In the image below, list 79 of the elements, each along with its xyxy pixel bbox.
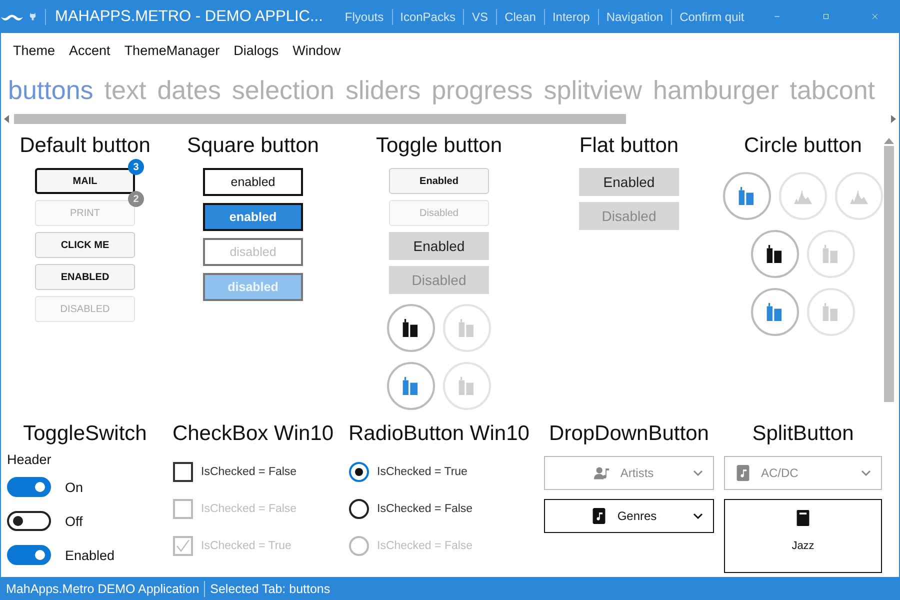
- vertical-scrollbar[interactable]: [883, 138, 895, 402]
- menu-item[interactable]: Window: [286, 43, 348, 58]
- section-heading: ToggleSwitch: [23, 422, 147, 446]
- scroll-left-icon[interactable]: [4, 115, 10, 123]
- chevron-down-icon: [693, 513, 703, 519]
- tab[interactable]: splitview: [544, 74, 642, 106]
- radio-button[interactable]: [349, 498, 369, 518]
- section-heading: RadioButton Win10: [348, 422, 530, 446]
- maximize-icon[interactable]: [823, 11, 830, 22]
- chevron-down-icon: [693, 470, 703, 476]
- section-heading: SplitButton: [752, 422, 854, 446]
- badge: 2: [128, 191, 144, 207]
- section-heading: Circle button: [744, 134, 862, 158]
- toggle-switch[interactable]: [7, 511, 51, 531]
- checkbox-label: IsChecked = False: [201, 466, 297, 478]
- album-icon: [735, 465, 751, 481]
- flat-button[interactable]: Enabled: [579, 168, 679, 196]
- tab[interactable]: dates: [157, 74, 221, 106]
- toggle-switch[interactable]: [7, 477, 51, 497]
- book-icon: [795, 510, 811, 526]
- toggle-button[interactable]: Enabled: [389, 168, 489, 194]
- chevron-down-icon: [861, 470, 871, 476]
- section-heading: Flat button: [579, 134, 679, 158]
- section-heading: DropDownButton: [549, 422, 709, 446]
- status-text: MahApps.Metro DEMO Application: [6, 582, 200, 596]
- tab[interactable]: progress: [432, 74, 533, 106]
- tab[interactable]: sliders: [345, 74, 421, 106]
- section-heading: CheckBox Win10: [172, 422, 334, 446]
- toggle-button[interactable]: Enabled: [389, 232, 489, 260]
- title-bar-command[interactable]: VS: [464, 10, 496, 24]
- radio-label: IsChecked = False: [377, 540, 473, 552]
- title-bar-command[interactable]: Interop: [544, 10, 598, 24]
- split-button[interactable]: Jazz: [724, 499, 882, 573]
- status-text: Selected Tab: buttons: [210, 582, 330, 596]
- section-heading: Toggle button: [376, 134, 502, 158]
- circle-button[interactable]: [387, 304, 435, 352]
- title-bar-command[interactable]: IconPacks: [392, 10, 464, 24]
- menu-item[interactable]: Dialogs: [226, 43, 286, 58]
- radio-button[interactable]: [349, 462, 369, 482]
- section-heading: Square button: [187, 134, 319, 158]
- tab[interactable]: tabcont: [790, 74, 876, 106]
- scroll-right-icon[interactable]: [890, 115, 896, 123]
- skyline-icon: [793, 187, 813, 205]
- skyline-icon: [849, 187, 869, 205]
- circle-button[interactable]: [751, 230, 799, 278]
- square-button[interactable]: enabled: [203, 203, 303, 231]
- default-button[interactable]: CLICK ME: [35, 232, 135, 258]
- default-button[interactable]: ENABLED: [35, 264, 135, 290]
- menu-item[interactable]: Accent: [62, 43, 118, 58]
- tab[interactable]: selection: [232, 74, 334, 106]
- checkbox-label: IsChecked = False: [201, 502, 297, 514]
- album-icon: [591, 508, 608, 524]
- switch-header: Header: [7, 452, 52, 467]
- menu-item[interactable]: Theme: [6, 43, 62, 58]
- radio-label: IsChecked = True: [377, 466, 468, 478]
- tab[interactable]: hamburger: [653, 74, 779, 106]
- default-button[interactable]: MAIL: [35, 168, 135, 194]
- tab[interactable]: text: [104, 74, 146, 106]
- checkbox-label: IsChecked = True: [201, 540, 292, 552]
- switch-label: Enabled: [65, 548, 115, 562]
- tab[interactable]: buttons: [8, 74, 94, 106]
- title-bar-command[interactable]: Clean: [496, 10, 544, 24]
- switch-label: Off: [65, 514, 83, 528]
- radio-label: IsChecked = False: [377, 502, 473, 514]
- menu-item[interactable]: ThemeManager: [117, 43, 227, 58]
- scroll-up-icon[interactable]: [884, 138, 894, 144]
- close-icon[interactable]: [872, 11, 878, 22]
- square-button[interactable]: enabled: [203, 168, 303, 196]
- title-bar-command[interactable]: Navigation: [598, 10, 672, 24]
- window-title: MAHAPPS.METRO - DEMO APPLIC...: [55, 8, 323, 26]
- person-music-icon: [594, 465, 610, 481]
- title-bar-command[interactable]: Confirm quit: [672, 10, 752, 24]
- dropdown-button[interactable]: Genres: [544, 499, 714, 533]
- badge: 3: [128, 159, 144, 175]
- checkbox[interactable]: [173, 462, 193, 482]
- switch-label: On: [65, 480, 84, 494]
- title-bar-command[interactable]: Flyouts: [336, 10, 392, 24]
- section-heading: Default button: [20, 134, 150, 158]
- toggle-switch[interactable]: [7, 545, 51, 565]
